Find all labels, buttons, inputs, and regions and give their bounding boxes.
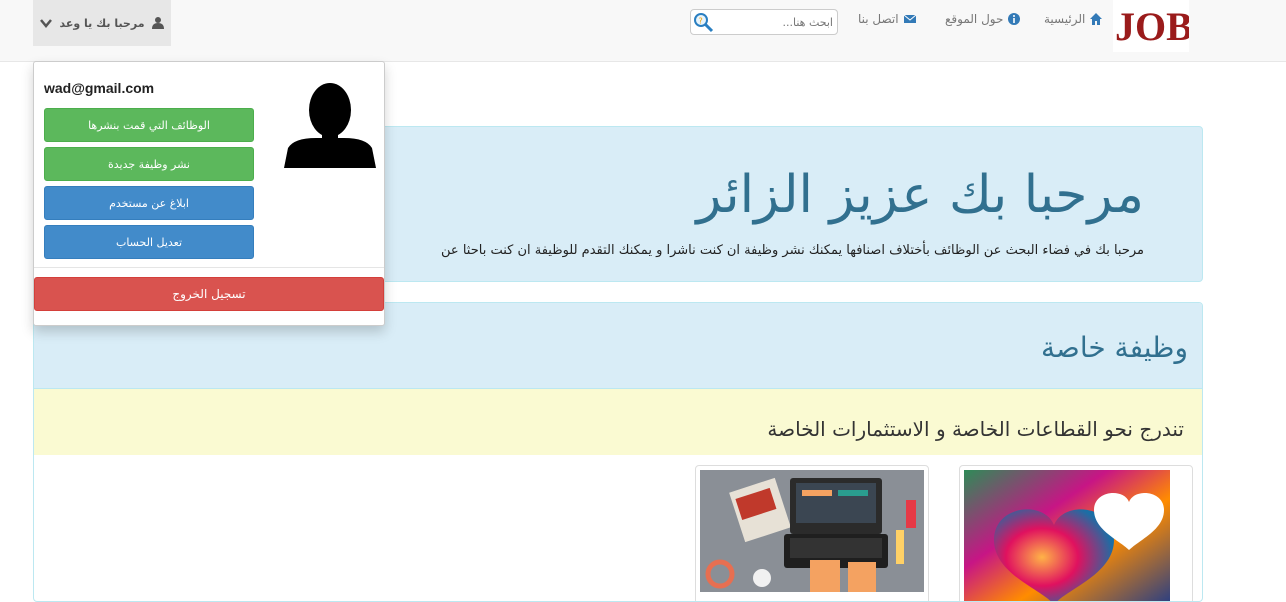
chevron-down-icon	[40, 19, 53, 28]
dropdown-divider	[34, 267, 384, 268]
home-icon	[1090, 13, 1103, 25]
welcome-text: مرحبا بك في فضاء البحث عن الوظائف بأختلا…	[441, 243, 1144, 258]
nav-home-label: الرئيسية	[1044, 12, 1086, 26]
top-navbar: JOB الرئيسية حول الموقع اتصل بنا ? مرحبا…	[0, 0, 1286, 62]
panel-subheading-bar: تندرج نحو القطاعات الخاصة و الاستثمارات …	[34, 389, 1202, 455]
svg-text:?: ?	[699, 17, 703, 26]
special-jobs-panel: وظيفة خاصة تندرج نحو القطاعات الخاصة و ا…	[33, 302, 1203, 602]
panel-title: وظيفة خاصة	[1041, 331, 1188, 364]
nav-home[interactable]: الرئيسية	[1044, 12, 1103, 26]
envelope-icon	[903, 14, 916, 23]
svg-text:JOB: JOB	[1115, 4, 1189, 49]
job-thumbnail-design[interactable]	[695, 465, 929, 601]
nav-about-label: حول الموقع	[945, 12, 1004, 26]
avatar	[284, 83, 376, 168]
job-thumbnail-heart[interactable]	[959, 465, 1193, 601]
post-new-job-button[interactable]: نشر وظيفة جديدة	[44, 147, 254, 181]
edit-account-button[interactable]: تعديل الحساب	[44, 225, 254, 259]
info-icon	[1008, 13, 1021, 25]
welcome-jumbotron: مرحبا بك عزيز الزائر مرحبا بك في فضاء ال…	[379, 126, 1203, 282]
design-desk-image	[700, 470, 924, 592]
my-posted-jobs-button[interactable]: الوظائف التي قمت بنشرها	[44, 108, 254, 142]
search-input[interactable]	[713, 13, 833, 31]
welcome-title: مرحبا بك عزيز الزائر	[696, 165, 1144, 225]
user-email: wad@gmail.com	[44, 80, 155, 96]
user-dropdown-menu: wad@gmail.com الوظائف التي قمت بنشرها نش…	[33, 61, 385, 326]
nav-about[interactable]: حول الموقع	[945, 12, 1021, 26]
panel-subtitle: تندرج نحو القطاعات الخاصة و الاستثمارات …	[767, 417, 1184, 441]
search-icon[interactable]: ?	[692, 11, 714, 33]
user-menu-toggle[interactable]: مرحبا بك يا وعد	[33, 0, 171, 46]
user-greeting: مرحبا بك يا وعد	[59, 16, 145, 30]
search-box: ?	[690, 9, 838, 35]
user-icon	[151, 17, 164, 29]
job-logo[interactable]: JOB	[1113, 0, 1189, 52]
heart-image	[964, 470, 1170, 601]
report-user-button[interactable]: ابلاغ عن مستخدم	[44, 186, 254, 220]
nav-contact-label: اتصل بنا	[858, 12, 899, 26]
nav-contact[interactable]: اتصل بنا	[858, 12, 917, 26]
logout-button[interactable]: تسجيل الخروج	[34, 277, 384, 311]
